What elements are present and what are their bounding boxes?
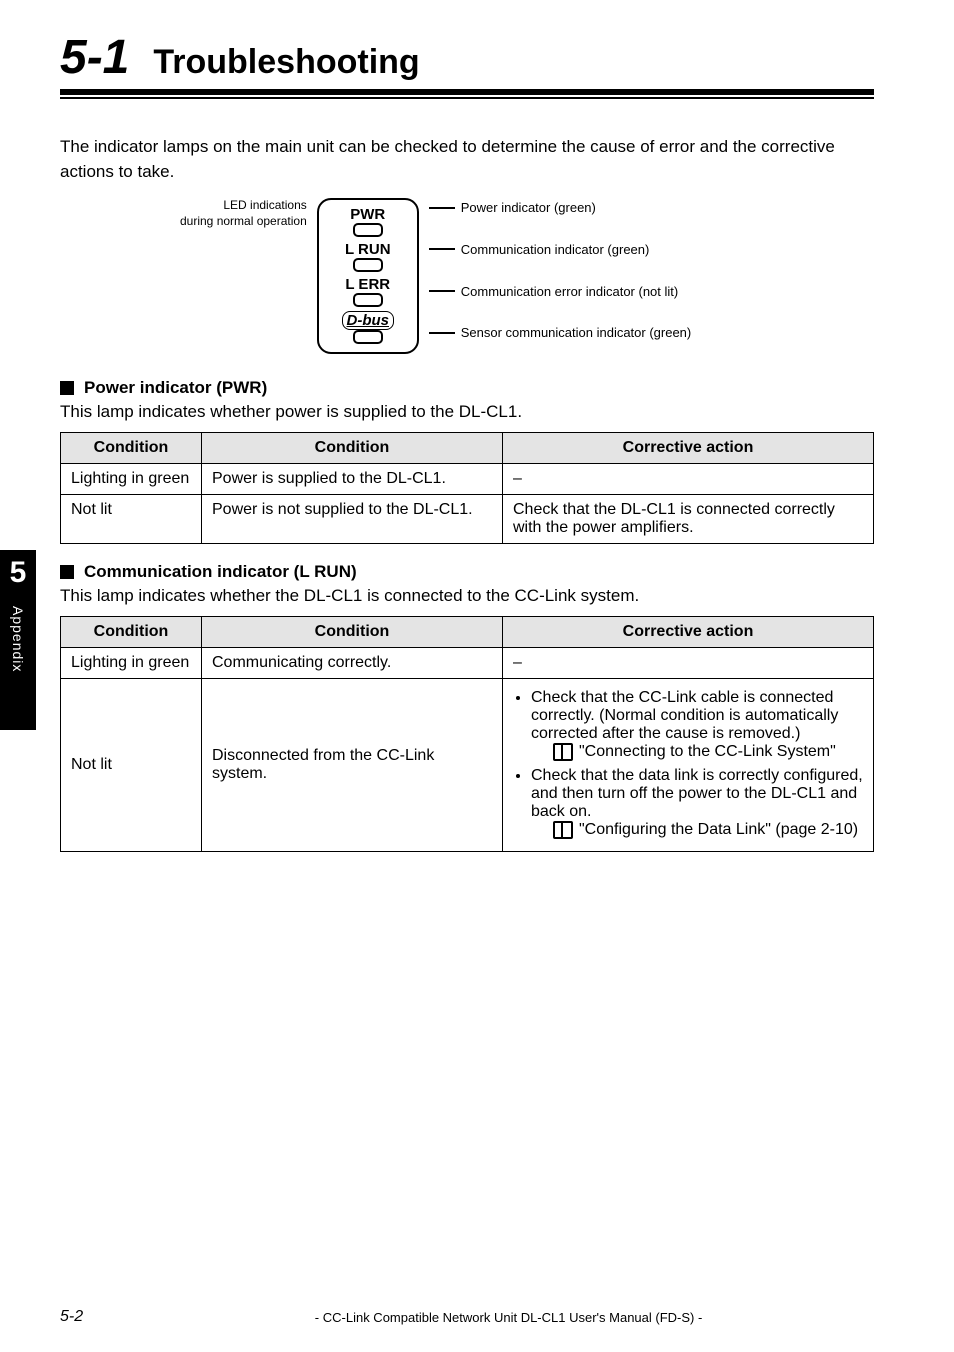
- table-lrun: Condition Condition Corrective action Li…: [60, 616, 874, 852]
- divider-thick: [60, 89, 874, 95]
- led-icon: [353, 223, 383, 237]
- side-tab-label: Appendix: [10, 606, 26, 672]
- table-row: Lighting in green Power is supplied to t…: [61, 464, 874, 495]
- cell: Lighting in green: [61, 648, 202, 679]
- chapter-header: 5-1 Troubleshooting: [60, 30, 874, 85]
- bullet-item: Check that the data link is correctly co…: [531, 767, 863, 839]
- footer-page-number: 5-2: [60, 1308, 83, 1326]
- bullet-item: Check that the CC-Link cable is connecte…: [531, 689, 863, 761]
- table-row: Not lit Disconnected from the CC-Link sy…: [61, 679, 874, 852]
- cell: Disconnected from the CC-Link system.: [202, 679, 503, 852]
- lead-line-icon: [429, 332, 455, 334]
- side-tab-chapter: 5: [10, 556, 27, 590]
- cell: Not lit: [61, 679, 202, 852]
- led-diagram: LED indications during normal operation …: [180, 198, 874, 354]
- book-icon: [553, 743, 573, 761]
- chapter-number: 5-1: [60, 30, 129, 85]
- diagram-label-pwr: PWR: [350, 206, 385, 223]
- chapter-title: Troubleshooting: [153, 43, 419, 82]
- callout-pwr: Power indicator (green): [461, 200, 596, 215]
- section-sub-pwr: This lamp indicates whether power is sup…: [60, 402, 874, 422]
- lead-line-icon: [429, 290, 455, 292]
- table-row: Lighting in green Communicating correctl…: [61, 648, 874, 679]
- th-condition: Condition: [61, 617, 202, 648]
- cell: Check that the CC-Link cable is connecte…: [503, 679, 874, 852]
- reference-text: "Configuring the Data Link" (page 2-10): [579, 821, 858, 839]
- callout-dbus: Sensor communication indicator (green): [461, 325, 692, 340]
- lead-line-icon: [429, 248, 455, 250]
- book-icon: [553, 821, 573, 839]
- section-heading-lrun-text: Communication indicator (L RUN): [84, 562, 357, 582]
- th-condition-2: Condition: [202, 433, 503, 464]
- led-icon: [353, 258, 383, 272]
- intro-text: The indicator lamps on the main unit can…: [60, 135, 874, 184]
- cell: –: [503, 648, 874, 679]
- th-corrective: Corrective action: [503, 617, 874, 648]
- section-sub-lrun: This lamp indicates whether the DL-CL1 i…: [60, 586, 874, 606]
- led-icon: [353, 330, 383, 344]
- table-row: Not lit Power is not supplied to the DL-…: [61, 495, 874, 544]
- table-pwr: Condition Condition Corrective action Li…: [60, 432, 874, 544]
- footer-text: - CC-Link Compatible Network Unit DL-CL1…: [143, 1310, 874, 1325]
- diagram-label-lrun: L RUN: [345, 241, 391, 258]
- footer: 5-2 - CC-Link Compatible Network Unit DL…: [60, 1308, 874, 1326]
- cell: Power is supplied to the DL-CL1.: [202, 464, 503, 495]
- bullet-text: Check that the CC-Link cable is connecte…: [531, 689, 838, 742]
- divider-thin: [60, 97, 874, 99]
- section-heading-lrun: Communication indicator (L RUN): [60, 562, 874, 582]
- side-tab: 5 Appendix: [0, 550, 36, 730]
- callout-lerr: Communication error indicator (not lit): [461, 284, 678, 299]
- lead-line-icon: [429, 207, 455, 209]
- diagram-label-lerr: L ERR: [345, 276, 390, 293]
- diagram-callouts: Power indicator (green) Communication in…: [429, 198, 692, 340]
- cell: Lighting in green: [61, 464, 202, 495]
- cell: Power is not supplied to the DL-CL1.: [202, 495, 503, 544]
- cell: Check that the DL-CL1 is connected corre…: [503, 495, 874, 544]
- th-condition: Condition: [61, 433, 202, 464]
- reference-text: "Connecting to the CC-Link System": [579, 743, 836, 761]
- cell: Communicating correctly.: [202, 648, 503, 679]
- th-corrective: Corrective action: [503, 433, 874, 464]
- section-heading-pwr: Power indicator (PWR): [60, 378, 874, 398]
- diagram-left-caption: LED indications during normal operation: [180, 198, 307, 229]
- led-icon: [353, 293, 383, 307]
- diagram-label-dbus: D-bus: [342, 311, 395, 330]
- cell: Not lit: [61, 495, 202, 544]
- cell: –: [503, 464, 874, 495]
- diagram-badge-box: PWR L RUN L ERR D-bus: [317, 198, 419, 354]
- callout-lrun: Communication indicator (green): [461, 242, 650, 257]
- diagram-left-line2: during normal operation: [180, 214, 307, 230]
- section-heading-pwr-text: Power indicator (PWR): [84, 378, 267, 398]
- th-condition-2: Condition: [202, 617, 503, 648]
- bullet-text: Check that the data link is correctly co…: [531, 767, 863, 820]
- diagram-left-line1: LED indications: [180, 198, 307, 214]
